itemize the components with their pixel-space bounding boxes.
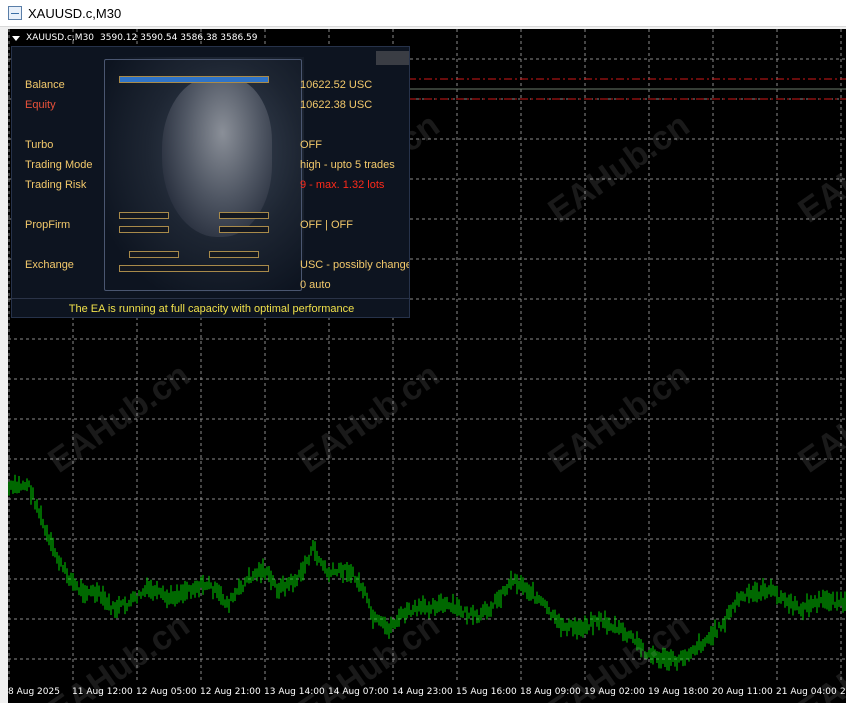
propfirm-value: OFF | OFF bbox=[300, 219, 353, 231]
propfirm-bar-3 bbox=[119, 226, 169, 233]
time-axis-tick: 18 Aug 09:00 bbox=[520, 687, 581, 697]
window-titlebar: XAUUSD.c,M30 bbox=[0, 0, 846, 27]
propfirm-bar-2 bbox=[219, 212, 269, 219]
time-axis-tick: 20 Aug 11:00 bbox=[712, 687, 773, 697]
time-axis: 8 Aug 2025 11 Aug 12:00 12 Aug 05:00 12 Aug… bbox=[8, 683, 846, 703]
time-axis-tick: 8 Aug 2025 bbox=[8, 687, 60, 697]
chart-symbol: XAUUSD.c,M30 bbox=[26, 33, 95, 43]
time-axis-tick: 13 Aug 14:00 bbox=[264, 687, 325, 697]
time-axis-tick: 15 Aug 16:00 bbox=[456, 687, 517, 697]
time-axis-tick: 19 Aug 18:00 bbox=[648, 687, 709, 697]
trading-mode-label: Trading Mode bbox=[25, 159, 93, 171]
propfirm-bar-4 bbox=[219, 226, 269, 233]
price-bars bbox=[8, 474, 846, 671]
chart-window-icon bbox=[8, 6, 22, 20]
time-axis-tick: 12 Aug 05:00 bbox=[136, 687, 197, 697]
equity-value: 10622.38 USC bbox=[300, 99, 373, 111]
window-title: XAUUSD.c,M30 bbox=[28, 5, 122, 21]
balance-value: 10622.52 USC bbox=[300, 79, 373, 91]
chart-menu-triangle-icon[interactable] bbox=[12, 35, 20, 41]
time-axis-tick: 11 Aug 12:00 bbox=[72, 687, 133, 697]
chart-header: XAUUSD.c,M30 3590.12 3590.54 3586.38 358… bbox=[12, 31, 257, 45]
chart-ohlc: 3590.12 3590.54 3586.38 3586.59 bbox=[100, 33, 258, 43]
trading-risk-label: Trading Risk bbox=[25, 179, 87, 191]
balance-label: Balance bbox=[25, 79, 65, 91]
time-axis-tick: 14 Aug 07:00 bbox=[328, 687, 389, 697]
time-axis-tick: 19 Aug 02:00 bbox=[584, 687, 645, 697]
time-axis-tick: 2 bbox=[840, 687, 846, 697]
turbo-value: OFF bbox=[300, 139, 322, 151]
trading-mode-value: high - upto 5 trades bbox=[300, 159, 395, 171]
exchange-label: Exchange bbox=[25, 259, 74, 271]
ea-status-message: The EA is running at full capacity with … bbox=[12, 298, 409, 317]
panel-corner-block bbox=[376, 51, 409, 65]
time-axis-tick: 14 Aug 23:00 bbox=[392, 687, 453, 697]
propfirm-bar-1 bbox=[119, 212, 169, 219]
propfirm-label: PropFirm bbox=[25, 219, 71, 231]
exchange-value: USC - possibly change bbox=[300, 259, 410, 271]
balance-bar-fill bbox=[120, 77, 268, 82]
exchange-bar-2 bbox=[209, 251, 259, 258]
time-axis-tick: 21 Aug 04:00 bbox=[776, 687, 837, 697]
balance-bar bbox=[119, 76, 269, 83]
exchange-bar-3 bbox=[119, 265, 269, 272]
turbo-label: Turbo bbox=[25, 139, 54, 151]
price-chart[interactable]: XAUUSD.c,M30 3590.12 3590.54 3586.38 358… bbox=[8, 29, 846, 703]
exchange-extra-value: 0 auto bbox=[300, 279, 331, 291]
ea-info-panel: Balance 10622.52 USC Equity 10622.38 USC… bbox=[11, 46, 410, 318]
exchange-bar-1 bbox=[129, 251, 179, 258]
time-axis-tick: 12 Aug 21:00 bbox=[200, 687, 261, 697]
trading-risk-value: 9 - max. 1.32 lots bbox=[300, 179, 385, 191]
equity-label: Equity bbox=[25, 99, 56, 111]
